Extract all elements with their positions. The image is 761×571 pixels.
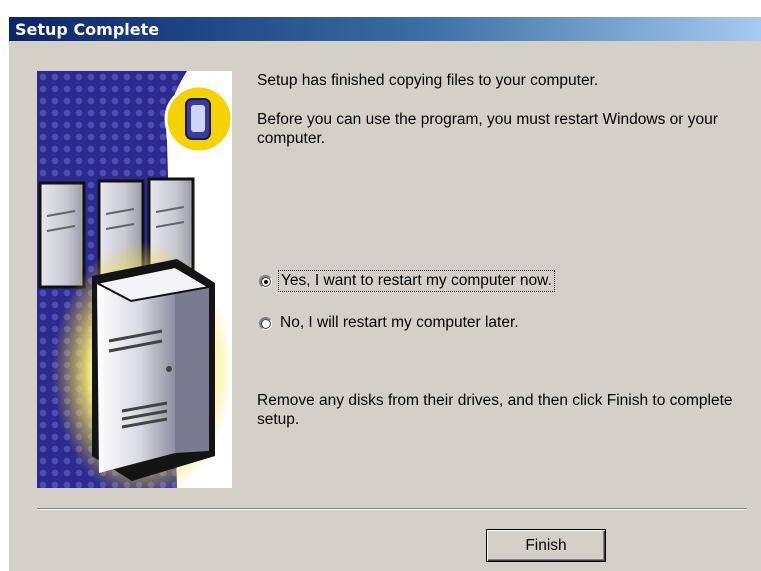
restart-now-option[interactable]: Yes, I want to restart my computer now.	[259, 270, 555, 292]
restart-later-label[interactable]: No, I will restart my computer later.	[280, 314, 519, 332]
radio-button-restart-now[interactable]	[259, 274, 272, 288]
restart-later-option[interactable]: No, I will restart my computer later.	[259, 313, 519, 333]
restart-now-label[interactable]: Yes, I want to restart my computer now.	[278, 270, 555, 292]
title-bar[interactable]: Setup Complete	[9, 17, 761, 41]
setup-illustration	[37, 71, 232, 488]
button-separator	[37, 508, 747, 510]
finish-instruction: Remove any disks from their drives, and …	[257, 392, 733, 428]
finish-button[interactable]: Finish	[486, 529, 606, 562]
restart-instruction: Before you can use the program, you must…	[257, 111, 718, 147]
setup-complete-dialog: Setup Complete Setup has finished copyin…	[8, 16, 761, 571]
window-title: Setup Complete	[15, 20, 160, 39]
radio-button-restart-later[interactable]	[259, 316, 272, 330]
radio-selected-dot	[264, 279, 268, 284]
status-message: Setup has finished copying files to your…	[257, 72, 599, 89]
